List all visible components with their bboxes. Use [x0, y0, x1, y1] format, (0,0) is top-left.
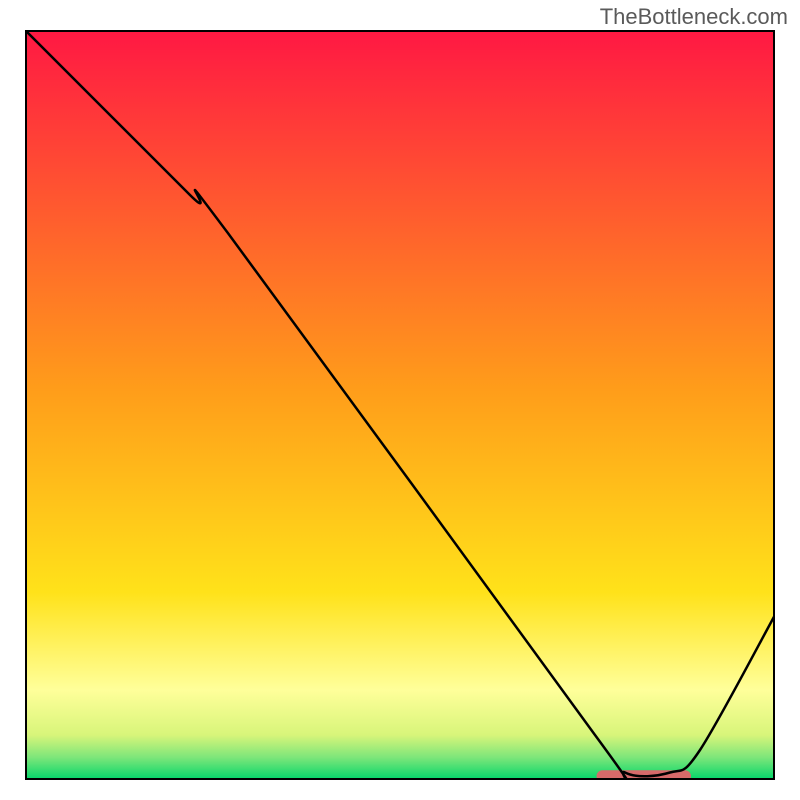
chart-svg [25, 30, 775, 780]
plot-area [25, 30, 775, 780]
chart-container: TheBottleneck.com [0, 0, 800, 800]
watermark-text: TheBottleneck.com [600, 4, 788, 30]
